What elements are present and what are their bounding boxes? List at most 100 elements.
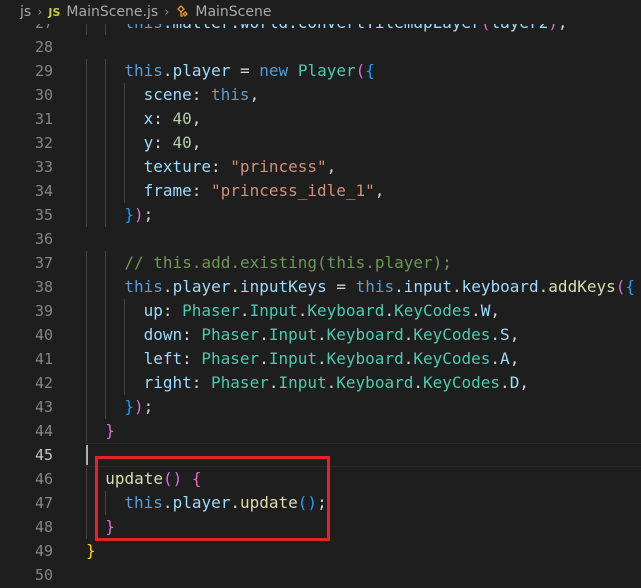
code-token: , xyxy=(249,85,260,104)
code-token: : xyxy=(182,349,202,368)
line-number: 35 xyxy=(34,206,53,224)
code-token: . xyxy=(500,373,510,392)
code-line[interactable]: 34 frame: "princess_idle_1", xyxy=(0,179,641,203)
line-number: 30 xyxy=(34,86,53,104)
indent-guide xyxy=(86,203,87,227)
code-text: this.player.inputKeys = this.input.keybo… xyxy=(124,275,635,299)
code-token: , xyxy=(490,301,501,320)
indent-guide xyxy=(86,467,87,491)
indent-guide xyxy=(105,299,107,323)
code-token: . xyxy=(403,325,414,344)
code-line[interactable]: 44} xyxy=(0,419,641,443)
breadcrumb-file[interactable]: MainScene.js xyxy=(66,4,158,20)
indent-guide xyxy=(105,59,107,83)
indent-guide xyxy=(124,131,126,155)
breadcrumb-symbol[interactable]: MainScene xyxy=(195,4,271,20)
code-token: . xyxy=(394,277,404,296)
code-token: left xyxy=(143,349,183,368)
code-text: frame: "princess_idle_1", xyxy=(144,179,385,203)
code-line[interactable]: 49} xyxy=(0,539,641,563)
code-line[interactable]: 37 // this.add.existing(this.player); xyxy=(0,251,641,275)
code-line[interactable]: 32 y: 40, xyxy=(0,131,641,155)
line-number: 46 xyxy=(34,470,53,488)
code-token: . xyxy=(317,349,327,368)
line-number: 45 xyxy=(34,446,53,464)
code-line[interactable]: 38 this.player.inputKeys = this.input.key… xyxy=(0,275,641,299)
code-token: S xyxy=(500,325,510,344)
code-token: Phaser xyxy=(211,373,269,392)
code-token: . xyxy=(259,325,269,344)
code-token: KeyCodes xyxy=(413,325,491,344)
code-line[interactable]: 35}); xyxy=(0,203,641,227)
code-line[interactable]: 43}); xyxy=(0,395,641,419)
code-line[interactable]: 30 scene: this, xyxy=(0,83,641,107)
indent-guide xyxy=(86,179,87,203)
code-token: , xyxy=(326,157,337,176)
line-number: 47 xyxy=(34,494,53,512)
code-token: Phaser xyxy=(201,349,260,368)
code-token: ; xyxy=(143,397,154,416)
line-number: 39 xyxy=(34,302,53,320)
code-token: Phaser xyxy=(201,325,260,344)
code-token: } xyxy=(105,421,115,440)
indent-guide xyxy=(86,419,87,443)
code-line[interactable]: 29 this.player = new Player({ xyxy=(0,59,641,83)
code-line[interactable]: 36 xyxy=(0,227,641,251)
code-token: this xyxy=(124,277,163,296)
indent-guide xyxy=(124,347,126,371)
indent-guide xyxy=(105,371,107,395)
code-token: A xyxy=(500,349,510,368)
code-token: "princess_idle_1" xyxy=(211,181,375,200)
line-number: 44 xyxy=(34,422,53,440)
code-token: player xyxy=(172,277,231,296)
code-token: , xyxy=(374,181,385,200)
code-line[interactable]: 33 texture: "princess", xyxy=(0,155,641,179)
indent-guide xyxy=(86,155,87,179)
code-token: Input xyxy=(268,349,317,368)
code-line[interactable]: 28 xyxy=(0,35,641,59)
code-token: this xyxy=(211,85,250,104)
code-text: left: Phaser.Input.Keyboard.KeyCodes.A, xyxy=(144,347,520,371)
code-token: up xyxy=(143,301,163,320)
indent-guide xyxy=(86,371,87,395)
code-editor[interactable]: js › JS MainScene.js › MainScene 27this.… xyxy=(0,0,641,588)
code-token: ) xyxy=(134,397,144,416)
code-line[interactable]: 41 left: Phaser.Input.Keyboard.KeyCodes.A… xyxy=(0,347,641,371)
indent-guide xyxy=(105,155,107,179)
code-line[interactable]: 31 x: 40, xyxy=(0,107,641,131)
class-symbol-icon xyxy=(177,5,189,17)
indent-guide xyxy=(86,323,87,347)
indent-guide xyxy=(86,395,87,419)
indent-guide xyxy=(105,131,107,155)
code-token: down xyxy=(143,325,183,344)
code-line[interactable]: 42 right: Phaser.Input.Keyboard.KeyCodes.… xyxy=(0,371,641,395)
indent-guide xyxy=(124,323,126,347)
code-token: . xyxy=(230,277,240,296)
code-token: KeyCodes xyxy=(394,301,472,320)
breadcrumb-folder[interactable]: js xyxy=(20,4,31,20)
code-token: texture xyxy=(143,157,212,176)
code-token: , xyxy=(191,133,202,152)
code-line[interactable]: 39 up: Phaser.Input.Keyboard.KeyCodes.W, xyxy=(0,299,641,323)
code-line[interactable]: 50 xyxy=(0,563,641,587)
code-token: Input xyxy=(249,301,298,320)
indent-guide xyxy=(124,155,126,179)
code-token: : xyxy=(153,109,173,128)
code-token: . xyxy=(413,373,423,392)
code-token: : xyxy=(211,157,231,176)
line-number: 31 xyxy=(34,110,53,128)
breadcrumb: js › JS MainScene.js › MainScene xyxy=(0,0,641,24)
line-number: 28 xyxy=(34,38,53,56)
code-token: . xyxy=(490,349,501,368)
code-token: ( xyxy=(615,277,626,296)
code-token: : xyxy=(191,373,212,392)
line-number: 32 xyxy=(34,134,53,152)
code-token: . xyxy=(326,373,337,392)
code-token: } xyxy=(124,205,135,224)
code-text: } xyxy=(105,419,115,443)
indent-guide xyxy=(124,371,126,395)
indent-guide xyxy=(86,107,87,131)
javascript-file-icon: JS xyxy=(48,5,61,19)
code-line[interactable]: 40 down: Phaser.Input.Keyboard.KeyCodes.S… xyxy=(0,323,641,347)
line-number: 38 xyxy=(34,278,53,296)
